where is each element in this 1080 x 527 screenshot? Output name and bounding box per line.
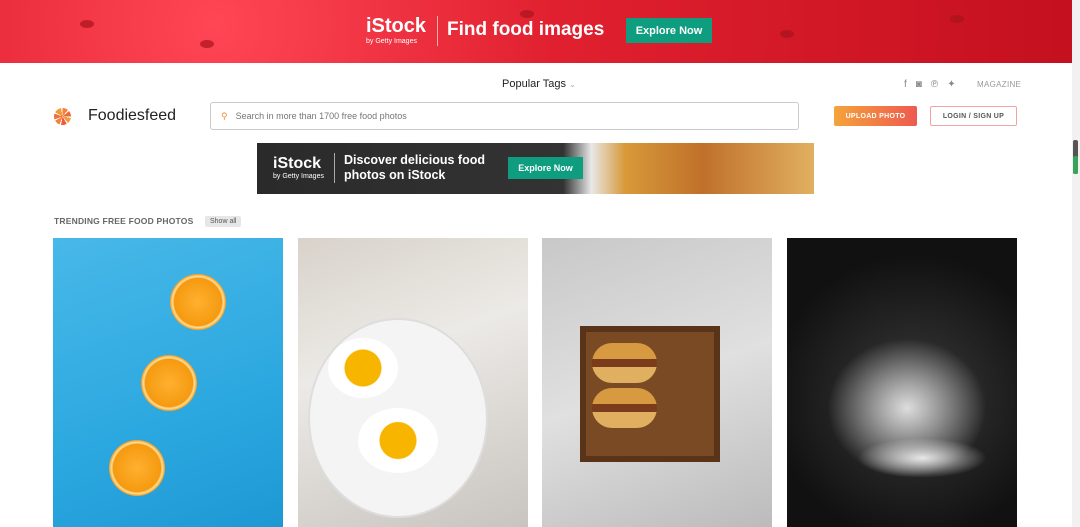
photo-burgers-on-board[interactable]	[542, 238, 772, 527]
popular-tags-dropdown[interactable]: Popular Tags ⌄	[502, 78, 576, 90]
photo-oranges-on-blue[interactable]	[53, 238, 283, 527]
magazine-link[interactable]: MAGAZINE	[977, 80, 1021, 89]
show-all-button[interactable]: Show all	[205, 216, 242, 227]
foodiesfeed-logo-icon[interactable]	[54, 108, 71, 125]
upload-photo-button[interactable]: UPLOAD PHOTO	[834, 106, 917, 126]
scrollbar[interactable]	[1072, 0, 1080, 527]
explore-now-button[interactable]: Explore Now	[508, 157, 583, 179]
mid-banner-ad[interactable]: iStock by Getty Images Discover delicious…	[257, 143, 814, 194]
twitter-icon[interactable]: ✦	[947, 79, 955, 90]
ad-headline: Discover delicious food photos on iStock	[344, 153, 486, 182]
search-input[interactable]	[235, 111, 756, 121]
pinterest-icon[interactable]: ℗	[931, 79, 938, 90]
brand-name[interactable]: Foodiesfeed	[88, 107, 176, 125]
login-signup-button[interactable]: LOGIN / SIGN UP	[930, 106, 1017, 126]
istock-logo: iStock by Getty Images	[366, 15, 427, 45]
section-title: TRENDING FREE FOOD PHOTOS	[54, 216, 194, 226]
istock-logo: iStock by Getty Images	[273, 155, 324, 180]
ad-headline: Find food images	[447, 19, 605, 40]
top-banner-ad[interactable]: iStock by Getty Images Find food images E…	[0, 0, 1072, 63]
photo-flour-dusting[interactable]	[787, 238, 1017, 527]
explore-now-button[interactable]: Explore Now	[626, 18, 712, 43]
photo-eggs-on-toast[interactable]	[298, 238, 528, 527]
search-box[interactable]: ⚲	[210, 102, 799, 130]
search-icon: ⚲	[221, 110, 228, 121]
facebook-icon[interactable]: f	[904, 79, 907, 90]
chevron-down-icon: ⌄	[569, 80, 576, 89]
instagram-icon[interactable]: ◙	[916, 79, 922, 90]
